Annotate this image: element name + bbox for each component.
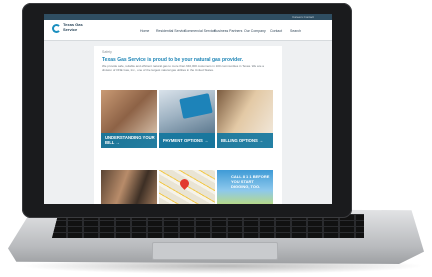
nav-item-search[interactable]: Search (290, 29, 301, 33)
nav-item-contact[interactable]: Contact (270, 29, 282, 33)
laptop-trackpad (152, 242, 278, 260)
intro-text: We provide safe, reliable and efficient … (102, 64, 264, 72)
page-title: Texas Gas Service is proud to be your na… (102, 57, 244, 63)
family-portrait-image (101, 170, 157, 204)
nav-item-partners[interactable]: Business Partners (214, 29, 242, 33)
site-logo[interactable]: Texas Gas Service (63, 22, 85, 32)
nav-item-home[interactable]: Home (140, 29, 149, 33)
nav-item-residential[interactable]: Residential Service (156, 29, 186, 33)
tile-label: PAYMENT OPTIONS → (163, 138, 209, 143)
tile-understanding-bill[interactable]: UNDERSTANDING YOUR BILL → (101, 90, 157, 148)
laptop-screen: Careers Contact Texas Gas Service Home R… (44, 14, 332, 204)
utility-links[interactable]: Careers Contact (292, 15, 314, 19)
tile-map[interactable] (159, 170, 215, 204)
tile-billing-options[interactable]: BILLING OPTIONS → (217, 90, 273, 148)
logo-icon[interactable] (52, 24, 61, 33)
nav-item-commercial[interactable]: Commercial Service (184, 29, 215, 33)
breadcrumb[interactable]: Safety (102, 50, 112, 54)
nav-item-company[interactable]: Our Company (244, 29, 266, 33)
tile-payment-options[interactable]: PAYMENT OPTIONS → (159, 90, 215, 148)
tile-label: UNDERSTANDING YOUR BILL → (105, 135, 155, 145)
tile-family[interactable] (101, 170, 157, 204)
main-content: Safety Texas Gas Service is proud to be … (94, 46, 282, 204)
tile-call-811[interactable]: CALL 8 1 1 BEFORE YOU START DIGGING, TOO… (217, 170, 273, 204)
call-811-text: CALL 8 1 1 BEFORE YOU START DIGGING, TOO… (231, 174, 270, 189)
tile-label: BILLING OPTIONS → (221, 138, 264, 143)
